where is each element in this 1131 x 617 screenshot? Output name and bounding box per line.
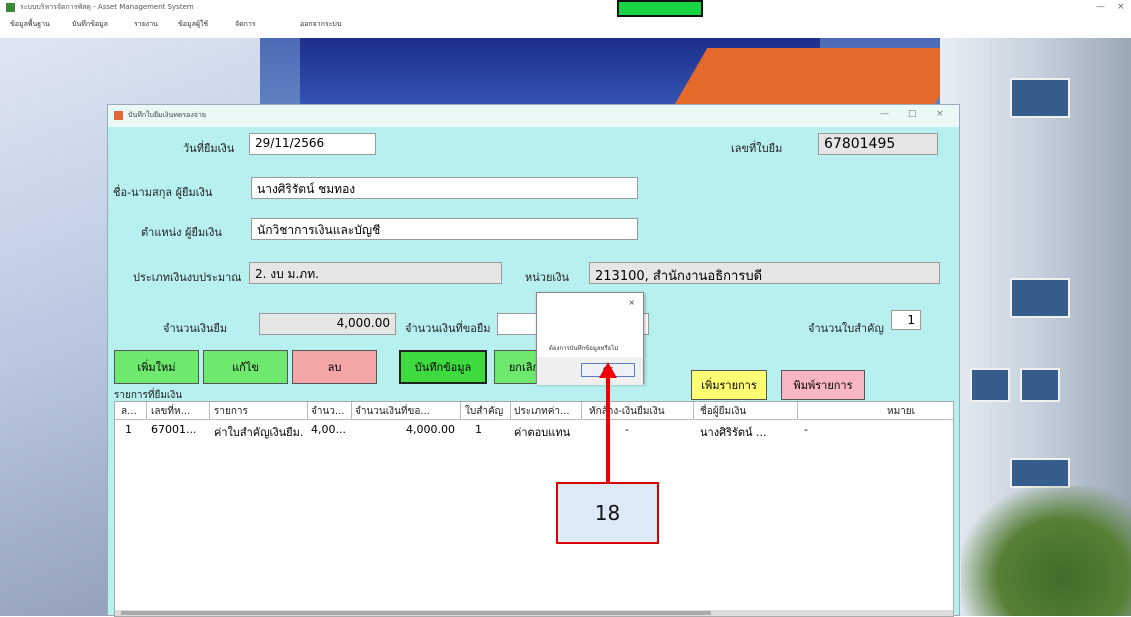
dialog-titlebar: บันทึกใบยืมเงินทดรองจ่าย — □ × [108, 105, 959, 127]
borrower-name-label: ชื่อ-นามสกุล ผู้ยืมเงิน [113, 186, 213, 199]
grid-header: ล... เลขที่ห... รายการ จำนว... จำนวนเงิน… [115, 402, 953, 420]
items-grid[interactable]: ล... เลขที่ห... รายการ จำนว... จำนวนเงิน… [114, 401, 954, 617]
total-label: จำนวนเงินที่ขอยืม [405, 322, 491, 335]
grid-cell: 4,000.00 [406, 423, 455, 436]
callout-arrow-line [606, 375, 610, 482]
grid-header-cell[interactable]: ใบสำคัญ [465, 404, 507, 419]
grid-cell: ค่าตอบแทน [514, 426, 571, 439]
horizontal-scrollbar[interactable] [115, 610, 953, 616]
borrower-dept-label: ตำแหน่ง ผู้ยืมเงิน [141, 226, 222, 239]
save-button[interactable]: บันทึกข้อมูล [399, 350, 487, 384]
borrower-dept-field[interactable]: นักวิชาการเงินและบัญชี [251, 218, 638, 240]
grid-header-cell[interactable]: เลขที่ห... [151, 404, 207, 419]
amount-label: จำนวนเงินยืม [163, 322, 228, 335]
app-title: ระบบบริหารจัดการพัสดุ - Asset Management… [20, 3, 194, 11]
grid-cell: 1 [475, 423, 482, 436]
doc-count-field[interactable]: 1 [891, 310, 921, 330]
message-text: ต้องการบันทึกข้อมูลหรือไม่ [549, 345, 619, 352]
menu-item-basic[interactable]: ข้อมูลพื้นฐาน [10, 19, 50, 30]
grid-cell: นางศิริรัตน์ ... [700, 426, 767, 439]
green-marker-box [617, 0, 703, 17]
borrow-date-field[interactable]: 29/11/2566 [249, 133, 376, 155]
doc-no-label: เลขที่ใบยืม [731, 142, 783, 155]
menu-item-logout[interactable]: ออกจากระบบ [300, 19, 341, 30]
edit-button[interactable]: แก้ไข [203, 350, 288, 384]
minimize-icon[interactable]: — [880, 109, 889, 119]
grid-cell: - [625, 423, 629, 436]
step-number-callout: 18 [556, 482, 659, 544]
unit-label: หน่วยเงิน [525, 271, 570, 284]
grid-cell: 4,00... [311, 423, 346, 436]
borrower-name-field[interactable]: นางศิริรัตน์ ชมทอง [251, 177, 638, 199]
menu-item-manage[interactable]: จัดการ [235, 19, 256, 30]
grid-cell: 1 [125, 423, 132, 436]
menu-item-record[interactable]: บันทึกข้อมูล [72, 19, 108, 30]
window-icon [114, 111, 123, 120]
menu-item-report[interactable]: รายงาน [134, 19, 158, 30]
doc-no-field[interactable]: 67801495 [818, 133, 938, 155]
app-titlebar: ระบบบริหารจัดการพัสดุ - Asset Management… [0, 0, 1131, 16]
grid-header-cell[interactable]: ชื่อผู้ยืมเงิน [700, 404, 790, 419]
grid-header-cell[interactable]: จำนวนเงินที่ขอ... [355, 404, 457, 419]
new-button[interactable]: เพิ่มใหม่ [114, 350, 199, 384]
close-icon[interactable]: × [936, 109, 944, 119]
confirm-message-box: × ต้องการบันทึกข้อมูลหรือไม่ OK [536, 292, 644, 385]
grid-cell: 67001... [151, 423, 197, 436]
borrow-date-label: วันที่ยืมเงิน [183, 142, 235, 155]
maximize-icon[interactable]: □ [908, 109, 917, 119]
budget-type-label: ประเภทเงินงบประมาณ [133, 271, 242, 284]
grid-header-cell[interactable]: ประเภทค่า... [514, 404, 578, 419]
grid-header-cell[interactable]: ล... [121, 404, 143, 419]
menu-item-user[interactable]: ข้อมูลผู้ใช้ [178, 19, 208, 30]
borrow-form-window: บันทึกใบยืมเงินทดรองจ่าย — □ × วันที่ยืม… [107, 104, 960, 617]
grid-header-cell[interactable]: จำนว... [311, 404, 349, 419]
unit-field[interactable]: 213100, สำนักงานอธิการบดี [589, 262, 940, 284]
delete-button[interactable]: ลบ [292, 350, 377, 384]
grid-header-cell[interactable]: หมายเ [887, 404, 927, 419]
add-item-button[interactable]: เพิ่มรายการ [691, 370, 767, 400]
doc-count-label: จำนวนใบสำคัญ [808, 322, 884, 335]
budget-type-field[interactable]: 2. งบ ม.ภท. [249, 262, 502, 284]
print-item-button[interactable]: พิมพ์รายการ [781, 370, 865, 400]
app-menubar: ข้อมูลพื้นฐาน บันทึกข้อมูล รายงาน ข้อมูล… [0, 16, 1131, 38]
dialog-title: บันทึกใบยืมเงินทดรองจ่าย [128, 111, 206, 119]
app-logo-icon [6, 3, 15, 12]
minimize-icon[interactable]: — [1096, 2, 1105, 12]
grid-header-cell[interactable]: หักล้าง-เงินยืมเงิน [589, 404, 689, 419]
close-icon[interactable]: × [1117, 2, 1125, 12]
amount-field[interactable]: 4,000.00 [259, 313, 396, 335]
grid-cell: - [804, 423, 808, 436]
grid-header-cell[interactable]: รายการ [214, 404, 280, 419]
close-icon[interactable]: × [628, 298, 635, 307]
grid-cell: ค่าใบสำคัญเงินยืม... [214, 426, 304, 439]
